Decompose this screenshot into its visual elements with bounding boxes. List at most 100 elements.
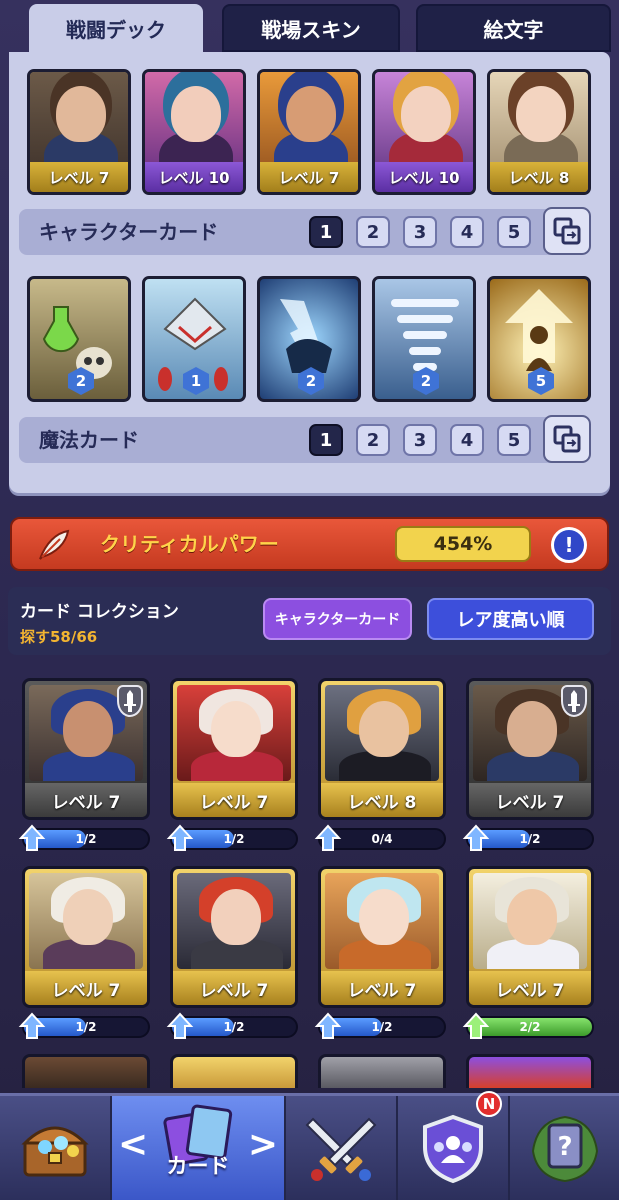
magic-card-label: 魔法カード [39, 428, 139, 452]
collection-card-partial[interactable] [318, 1054, 446, 1088]
crossed-swords-icon [305, 1117, 377, 1181]
svg-text:?: ? [557, 1132, 572, 1162]
nav-shop[interactable] [0, 1096, 112, 1200]
swap-icon [553, 217, 581, 245]
slot-number: 5 [507, 429, 521, 451]
upgrade-arrow-icon [166, 824, 194, 851]
character-card[interactable]: レベル 8 [487, 69, 591, 195]
slot-button-4[interactable]: 4 [450, 216, 484, 248]
magic-slot-button-3[interactable]: 3 [403, 424, 437, 456]
slot-button-1[interactable]: 1 [309, 216, 343, 248]
magic-slot-button-1[interactable]: 1 [309, 424, 343, 456]
slot-number: 4 [460, 429, 474, 451]
magic-slot-button-2[interactable]: 2 [356, 424, 390, 456]
tab-battle-deck[interactable]: 戦闘デック [29, 4, 203, 52]
card-level: レベル 7 [469, 971, 591, 1005]
upgrade-arrow-icon [166, 1012, 194, 1039]
collection-card[interactable]: レベル 7 [170, 866, 298, 1008]
character-card[interactable]: レベル 10 [142, 69, 246, 195]
magic-card[interactable]: 2 [372, 276, 476, 402]
critical-power-bar: クリティカルパワー 454% ! [10, 517, 609, 571]
treasure-chest-icon [21, 1126, 89, 1177]
button-label: キャラクターカード [274, 612, 401, 628]
card-level: レベル 10 [145, 162, 243, 192]
nav-battle[interactable] [286, 1096, 398, 1200]
collection-card-partial[interactable] [466, 1054, 594, 1088]
slot-number: 4 [460, 221, 474, 243]
character-card[interactable]: レベル 10 [372, 69, 476, 195]
magic-card[interactable]: 2 [27, 276, 131, 402]
bottom-navigation: < カード > ? [0, 1093, 619, 1200]
magic-slot-button-4[interactable]: 4 [450, 424, 484, 456]
magic-swap-button[interactable] [543, 415, 591, 463]
slot-number: 2 [366, 429, 380, 451]
slot-button-5[interactable]: 5 [497, 216, 531, 248]
upgrade-progress-bar: 1/2 [18, 1012, 150, 1039]
collection-card[interactable]: レベル 7 [170, 678, 298, 820]
upgrade-arrow-icon [314, 824, 342, 851]
filter-character-card-button[interactable]: キャラクターカード [263, 598, 412, 640]
nav-cards[interactable]: < カード > [112, 1096, 286, 1200]
slot-number: 2 [366, 221, 380, 243]
character-card-strip: キャラクターカード 1 2 3 4 5 [19, 209, 589, 255]
slot-button-3[interactable]: 3 [403, 216, 437, 248]
magic-card[interactable]: 5 [487, 276, 591, 402]
chevron-right-icon: > [247, 1124, 278, 1165]
character-card-label: キャラクターカード [39, 220, 219, 244]
slot-button-2[interactable]: 2 [356, 216, 390, 248]
card-level: レベル 10 [375, 162, 473, 192]
character-card[interactable]: レベル 7 [257, 69, 361, 195]
upgrade-arrow-icon [18, 824, 46, 851]
collection-card-partial[interactable] [22, 1054, 150, 1088]
sword-badge-icon [117, 685, 143, 717]
collection-card[interactable]: レベル 7 [466, 866, 594, 1008]
collection-found-count: 探す58/66 [20, 628, 98, 646]
sort-rarity-button[interactable]: レア度高い順 [427, 598, 594, 640]
tab-emoji[interactable]: 絵文字 [416, 4, 611, 52]
upgrade-progress-bar: 1/2 [166, 824, 298, 851]
card-screen: 戦闘デック 戦場スキン 絵文字 レベル 7 レベル 10 レベル 7 レベル 1… [0, 0, 619, 1200]
slot-number: 3 [413, 221, 427, 243]
collection-card[interactable]: レベル 7 [22, 866, 150, 1008]
collection-card-partial[interactable] [170, 1054, 298, 1088]
upgrade-arrow-icon [314, 1012, 342, 1039]
notification-badge: N [476, 1091, 502, 1117]
character-card-row: レベル 7 レベル 10 レベル 7 レベル 10 レベル 8 [27, 69, 597, 195]
swap-icon [553, 425, 581, 453]
magic-slot-button-5[interactable]: 5 [497, 424, 531, 456]
collection-card[interactable]: レベル 7 [466, 678, 594, 820]
card-level: レベル 7 [321, 971, 443, 1005]
upgrade-progress-bar: 2/2 [462, 1012, 594, 1039]
collection-title: カード コレクション [20, 602, 179, 622]
card-level: レベル 7 [25, 971, 147, 1005]
tab-label: 戦場スキン [261, 17, 361, 42]
slot-number: 1 [319, 429, 333, 451]
info-button[interactable]: ! [551, 527, 587, 563]
nav-quest[interactable]: ? [510, 1096, 619, 1200]
card-level: レベル 7 [30, 162, 128, 192]
tab-label: 絵文字 [483, 17, 544, 42]
card-level: レベル 7 [173, 783, 295, 817]
card-level: レベル 7 [260, 162, 358, 192]
character-swap-button[interactable] [543, 207, 591, 255]
feather-icon [39, 529, 70, 560]
magic-card[interactable]: 1 [142, 276, 246, 402]
card-level: レベル 7 [173, 971, 295, 1005]
battle-deck-panel: レベル 7 レベル 10 レベル 7 レベル 10 レベル 8 キャラクターカー… [9, 52, 610, 493]
collection-card[interactable]: レベル 7 [318, 866, 446, 1008]
upgrade-arrow-icon [462, 824, 490, 851]
collection-card[interactable]: レベル 8 [318, 678, 446, 820]
critical-power-title: クリティカルパワー [100, 532, 279, 556]
collection-card[interactable]: レベル 7 [22, 678, 150, 820]
card-level: レベル 7 [25, 783, 147, 817]
magic-card[interactable]: 2 [257, 276, 361, 402]
card-level: レベル 8 [490, 162, 588, 192]
magic-card-row: 2 1 2 2 5 [27, 276, 597, 402]
tab-battlefield-skin[interactable]: 戦場スキン [222, 4, 400, 52]
upgrade-progress-bar: 1/2 [314, 1012, 446, 1039]
magic-card-strip: 魔法カード 1 2 3 4 5 [19, 417, 589, 463]
tab-label: 戦闘デック [66, 17, 166, 42]
mystery-card-icon: ? [531, 1115, 598, 1183]
upgrade-progress-bar: 1/2 [462, 824, 594, 851]
character-card[interactable]: レベル 7 [27, 69, 131, 195]
